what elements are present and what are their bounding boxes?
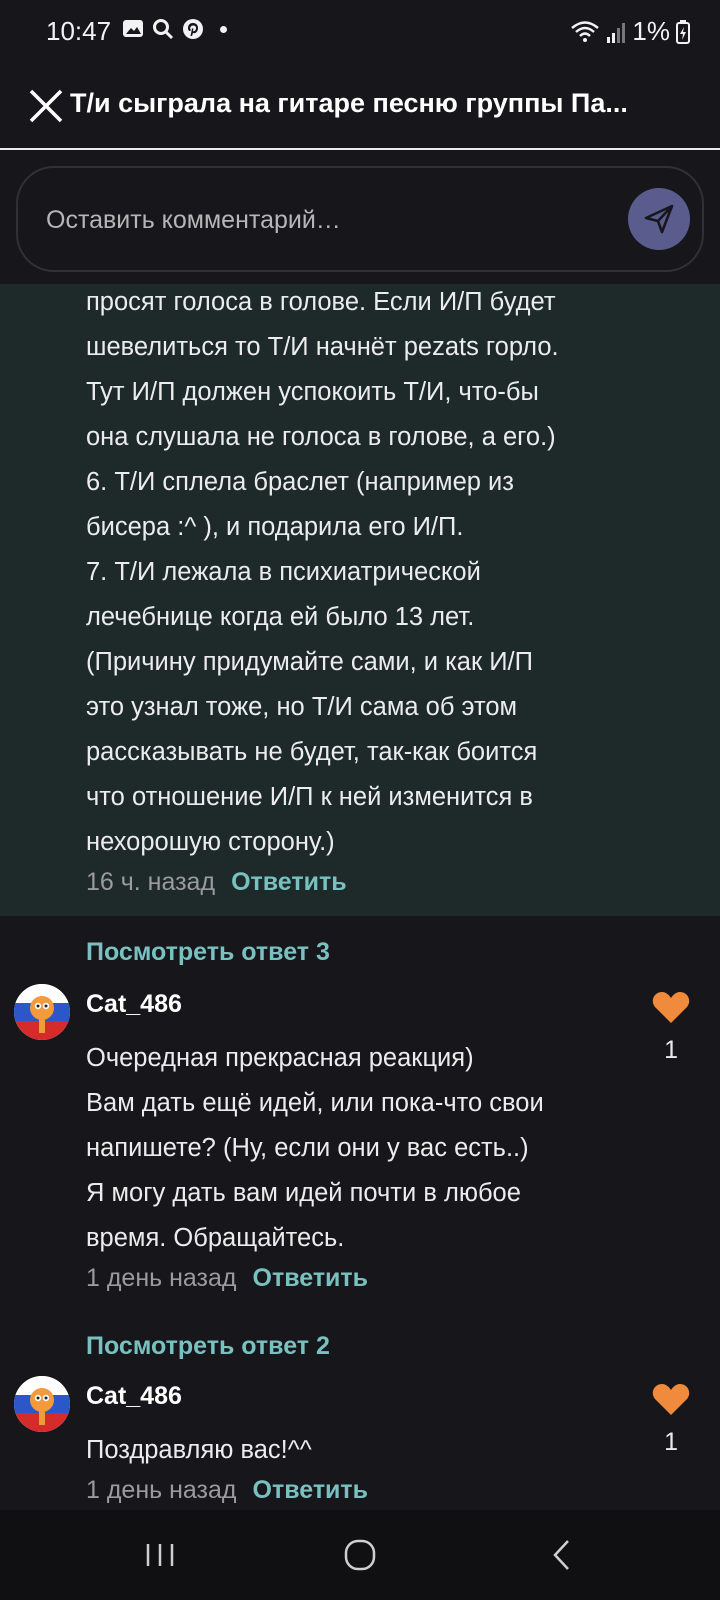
pinterest-icon	[183, 19, 203, 39]
comment-text: Очередная прекрасная реакция) Вам дать е…	[86, 1036, 544, 1261]
battery-percentage: 1%	[632, 16, 670, 46]
comment-line: бисера :^ ), и подарила его И/П.	[86, 513, 464, 541]
comment-meta: 1 день назад Ответить	[86, 1476, 368, 1505]
comment-text: просят голоса в голове. Если И/П будет ш…	[86, 284, 686, 865]
status-time: 10:47	[46, 16, 112, 46]
avatar[interactable]	[14, 984, 70, 1040]
view-replies-link[interactable]: Посмотреть ответ 3	[86, 938, 330, 967]
navigation-bar	[0, 1510, 720, 1600]
wifi-icon	[571, 20, 600, 42]
comment-timestamp: 1 день назад	[86, 1476, 237, 1504]
reply-button[interactable]: Ответить	[253, 1476, 369, 1505]
comment-line: Тут И/П должен успокоить Т/И, что-бы	[86, 378, 539, 406]
comment-line: она слушала не голоса в голове, а его.)	[86, 423, 556, 451]
notification-dot-icon	[220, 25, 227, 33]
close-icon[interactable]	[26, 86, 66, 126]
comment-meta: 16 ч. назад Ответить	[86, 868, 347, 897]
header: Т/и сыграла на гитаре песню группы Па...	[0, 64, 720, 150]
back-button[interactable]	[532, 1528, 592, 1582]
comment-item: Cat_486 Очередная прекрасная реакция) Ва…	[0, 980, 720, 1300]
comment-line: шевелиться то Т/И начнёт pezats горло.	[86, 333, 559, 361]
comment-timestamp: 16 ч. назад	[86, 868, 216, 896]
comment-line: напишете? (Ну, если они у вас есть..)	[86, 1134, 529, 1162]
comment-line: Очередная прекрасная реакция)	[86, 1044, 474, 1072]
comment-line: Поздравляю вас!^^	[86, 1436, 312, 1464]
send-button[interactable]	[628, 188, 690, 250]
comment-line: рассказывать не будет, так-как боится	[86, 738, 538, 766]
heart-icon[interactable]	[652, 990, 690, 1024]
recent-apps-button[interactable]	[130, 1528, 190, 1582]
comment-input-container	[16, 166, 704, 272]
search-icon	[153, 19, 174, 40]
home-button[interactable]	[330, 1528, 390, 1582]
comment-line: это узнал тоже, но Т/И сама об этом	[86, 693, 518, 721]
comment-text: Поздравляю вас!^^	[86, 1428, 312, 1473]
reply-button[interactable]: Ответить	[253, 1264, 369, 1293]
comment-item: Cat_486 Поздравляю вас!^^ 1 1 день назад…	[0, 1372, 720, 1506]
username[interactable]: Cat_486	[86, 990, 182, 1019]
comment-timestamp: 1 день назад	[86, 1264, 237, 1292]
signal-icon	[607, 22, 626, 43]
comment-line: 6. Т/И сплела браслет (например из	[86, 468, 514, 496]
gallery-icon	[123, 20, 143, 37]
comment-input[interactable]	[46, 200, 606, 240]
comment-line: (Причину придумайте сами, и как И/П	[86, 648, 533, 676]
comment-meta: 1 день назад Ответить	[86, 1264, 368, 1293]
like-count: 1	[664, 1036, 678, 1064]
back-icon	[553, 1540, 569, 1570]
recent-apps-icon	[146, 1544, 174, 1566]
send-icon	[644, 204, 674, 234]
comment-line: просят голоса в голове. Если И/П будет	[86, 288, 556, 316]
home-icon	[344, 1539, 376, 1571]
comment-line: что отношение И/П к ней изменится в	[86, 783, 533, 811]
username[interactable]: Cat_486	[86, 1382, 182, 1411]
avatar[interactable]	[14, 1376, 70, 1432]
battery-icon	[676, 19, 690, 44]
highlighted-comment: просят голоса в голове. Если И/П будет ш…	[0, 284, 720, 916]
status-bar: 10:47 1%	[0, 0, 720, 64]
comment-line: Вам дать ещё идей, или пока-что свои	[86, 1089, 544, 1117]
page-title: Т/и сыграла на гитаре песню группы Па...	[70, 88, 628, 118]
comment-line: нехорошую сторону.)	[86, 828, 335, 856]
view-replies-link[interactable]: Посмотреть ответ 2	[86, 1332, 330, 1361]
comment-line: лечебнице когда ей было 13 лет.	[86, 603, 475, 631]
heart-icon[interactable]	[652, 1382, 690, 1416]
comment-line: 7. Т/И лежала в психиатрической	[86, 558, 481, 586]
reply-button[interactable]: Ответить	[231, 868, 347, 897]
comment-line: Я могу дать вам идей почти в любое	[86, 1179, 521, 1207]
comment-line: время. Обращайтесь.	[86, 1224, 345, 1252]
like-count: 1	[664, 1428, 678, 1456]
